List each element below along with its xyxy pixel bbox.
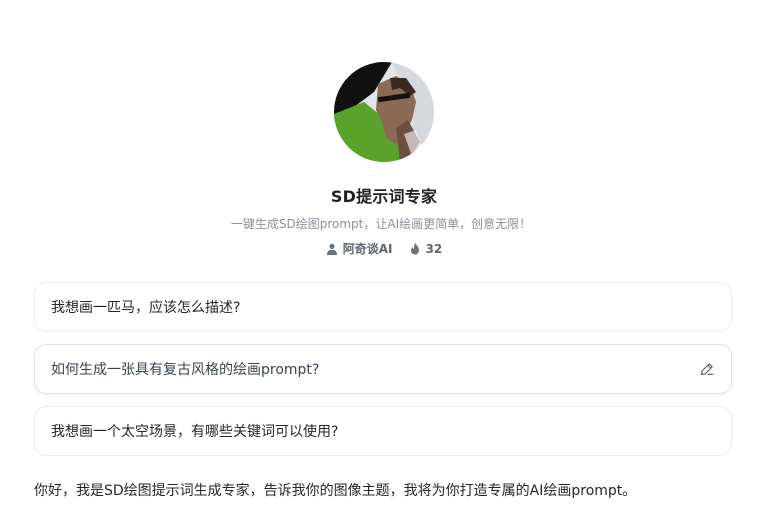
welcome-message: 你好，我是SD绘图提示词生成专家，告诉我你的图像主题，我将为你打造专属的AI绘画…: [34, 483, 637, 499]
edit-icon[interactable]: [699, 361, 715, 377]
suggestion-item-2[interactable]: 如何生成一张具有复古风格的绘画prompt?: [34, 344, 732, 394]
usage-count: 32: [425, 241, 443, 256]
suggestion-label: 如何生成一张具有复古风格的绘画prompt?: [51, 362, 320, 378]
bot-avatar: [334, 62, 434, 162]
bot-description: 一键生成SD绘图prompt，让AI绘画更简单，创意无限！: [230, 217, 532, 231]
usage-info: 32: [409, 241, 443, 256]
flame-icon: [409, 242, 421, 255]
user-icon: [326, 243, 338, 255]
bot-meta: 阿奇谈AI 32: [0, 240, 758, 257]
bot-name: SD提示词专家: [330, 187, 438, 206]
suggestion-label: 我想画一个太空场景，有哪些关键词可以使用?: [51, 424, 339, 440]
suggestion-label: 我想画一匹马，应该怎么描述?: [51, 300, 241, 316]
author-name: 阿奇谈AI: [342, 242, 393, 256]
author-info[interactable]: 阿奇谈AI: [326, 240, 393, 257]
suggestion-item-3[interactable]: 我想画一个太空场景，有哪些关键词可以使用?: [34, 406, 732, 456]
suggestion-item-1[interactable]: 我想画一匹马，应该怎么描述?: [34, 282, 732, 332]
